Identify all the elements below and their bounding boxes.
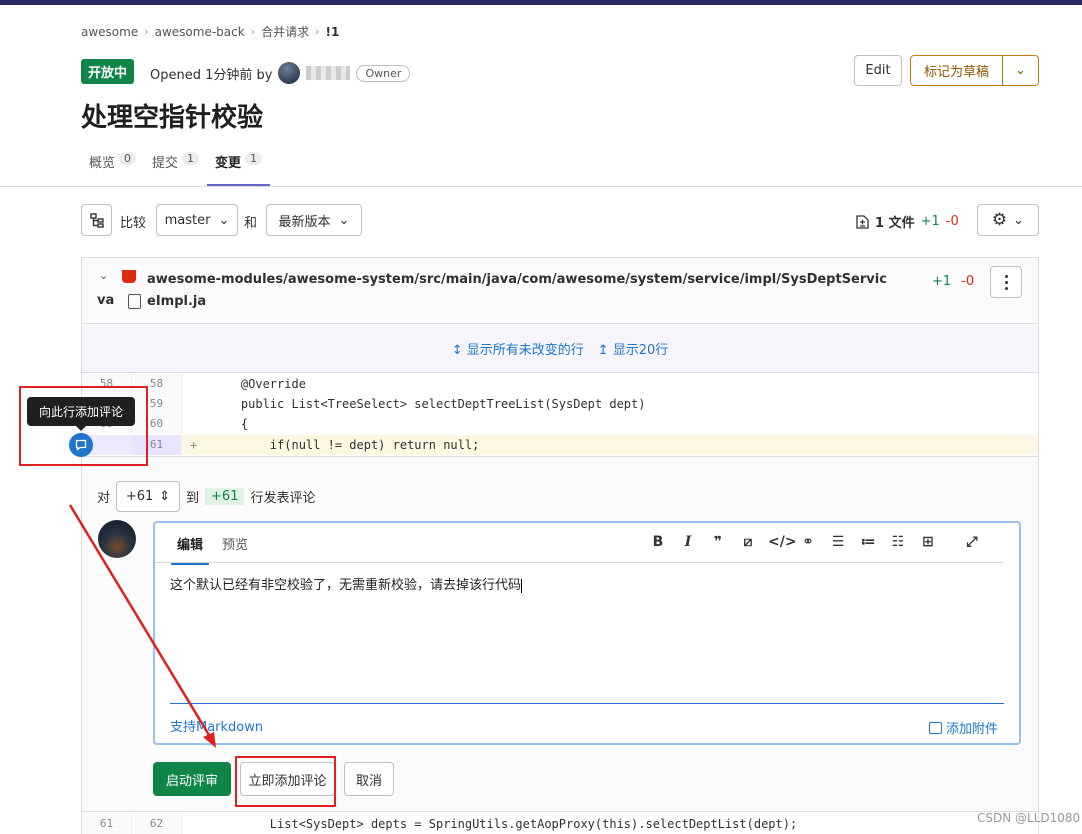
target-version-select[interactable]: 最新版本 ⌄ (266, 204, 362, 236)
breadcrumb-item[interactable]: awesome (81, 25, 138, 39)
expand-all-link[interactable]: ↕ 显示所有未改变的行 (452, 339, 584, 358)
expand-20-link[interactable]: ↥ 显示20行 (598, 339, 669, 358)
file-tree-icon (89, 213, 104, 228)
annotation-box (235, 756, 336, 807)
start-review-button[interactable]: 启动评审 (153, 762, 231, 796)
comment-editor (153, 521, 1021, 745)
tab-overview[interactable]: 概览 0 (81, 146, 144, 186)
status-badge: 开放中 (81, 59, 135, 84)
link-icon[interactable]: ⚭ (798, 534, 818, 550)
edit-button[interactable]: Edit (854, 55, 902, 86)
divider (0, 186, 1082, 187)
italic-icon[interactable]: I (678, 534, 698, 550)
tab-count: 1 (245, 152, 263, 165)
and-label: 和 (244, 216, 258, 231)
chevron-down-icon: ⌄ (1015, 63, 1026, 78)
files-added: +1 (920, 214, 940, 229)
breadcrumb-item[interactable]: awesome-back (155, 25, 245, 39)
code-suggestion-icon[interactable]: ⧄ (738, 534, 758, 550)
mr-tabs: 概览 0 提交 1 变更 1 (81, 146, 271, 186)
task-list-icon[interactable]: ☷ (888, 534, 908, 550)
draft-dropdown-button[interactable]: ⌄ (1003, 55, 1039, 86)
watermark: CSDN @LLD1080 (977, 811, 1081, 825)
owner-badge: Owner (356, 64, 411, 82)
table-icon[interactable]: ⊞ (918, 534, 938, 550)
files-summary: 1 文件 +1 -0 (856, 212, 959, 231)
collapse-chevron-icon[interactable]: ⌄ (99, 269, 108, 282)
file-stats: +1 -0 (932, 274, 975, 289)
chevron-down-icon: ⌄ (1013, 212, 1025, 228)
code-line: 61 62 List<SysDept> depts = SpringUtils.g… (82, 814, 1038, 834)
expand-lines-row: ↕ 显示所有未改变的行 ↥ 显示20行 (82, 325, 1038, 373)
divider (155, 562, 1003, 563)
image-icon (929, 721, 942, 734)
page-title: 处理空指针校验 (81, 103, 264, 133)
numbered-list-icon[interactable]: ≔ (858, 534, 878, 550)
code-icon[interactable]: </> (768, 534, 797, 550)
tab-edit[interactable]: 编辑 (171, 534, 210, 565)
file-tree-toggle-button[interactable] (81, 204, 112, 236)
chevron-down-icon: ⌄ (218, 212, 230, 228)
source-branch-select[interactable]: master ⌄ (156, 204, 238, 236)
file-options-button[interactable] (990, 266, 1022, 298)
copy-path-icon[interactable] (128, 294, 141, 309)
author-avatar[interactable] (278, 62, 301, 84)
code-line: 5959 public List<TreeSelect> selectDeptT… (82, 394, 1038, 414)
top-bar (0, 0, 1082, 5)
tab-commits[interactable]: 提交 1 (144, 146, 207, 186)
comment-range: 对 +61 ⇕ 到 +61 行发表评论 (97, 481, 315, 512)
gear-icon: ⚙ (991, 210, 1008, 230)
file-path-continued[interactable]: va (97, 293, 114, 308)
mark-draft-button[interactable]: 标记为草稿 (910, 55, 1003, 86)
quote-icon[interactable]: ❞ (708, 534, 728, 550)
tab-preview[interactable]: 预览 (222, 534, 248, 553)
breadcrumb-current[interactable]: !1 (326, 25, 340, 39)
tab-count: 0 (119, 152, 137, 165)
bullet-list-icon[interactable]: ☰ (828, 534, 848, 550)
divider (170, 703, 1004, 704)
chevron-right-icon: › (315, 25, 320, 38)
range-start-select[interactable]: +61 ⇕ (116, 481, 181, 512)
file-path[interactable]: awesome-modules/awesome-system/src/main/… (147, 269, 887, 313)
range-end: +61 (205, 488, 245, 505)
diff-settings-button[interactable]: ⚙ ⌄ (977, 204, 1039, 236)
bold-icon[interactable]: B (648, 534, 668, 550)
chevron-right-icon: › (144, 25, 149, 38)
files-removed: -0 (945, 214, 959, 229)
chevron-down-icon: ⌄ (338, 212, 350, 228)
code-line: 6060 { (82, 414, 1038, 434)
comment-textarea[interactable]: 这个默认已经有非空校验了，无需重新校验，请去掉该行代码 (170, 574, 523, 593)
file-diff-icon (856, 214, 869, 229)
editor-toolbar: B I ❞ ⧄ </> ⚭ ☰ ≔ ☷ ⊞ ⤢ (648, 534, 982, 550)
tab-count: 1 (182, 152, 200, 165)
cancel-button[interactable]: 取消 (344, 762, 394, 796)
opened-info: Opened 1分钟前 by Owner (150, 62, 411, 84)
opened-text: Opened 1分钟前 by (150, 67, 273, 83)
sort-icon: ⇕ (159, 489, 171, 504)
fullscreen-icon[interactable]: ⤢ (962, 534, 982, 550)
code-line-added: 61 + if(null != dept) return null; (82, 435, 1038, 455)
breadcrumb-item[interactable]: 合并请求 (261, 23, 309, 40)
code-line: 58 58 @Override (82, 374, 1038, 394)
tab-changes[interactable]: 变更 1 (207, 146, 271, 186)
annotation-box (19, 386, 148, 466)
chevron-right-icon: › (250, 25, 256, 38)
author-name-redacted (306, 66, 351, 80)
markdown-help-link[interactable]: 支持Markdown (170, 716, 263, 735)
compare-label: 比较 (120, 216, 147, 231)
java-file-icon (122, 270, 136, 283)
attach-file-button[interactable]: 添加附件 (929, 718, 998, 737)
breadcrumb: awesome › awesome-back › 合并请求 › !1 (81, 23, 339, 40)
user-avatar[interactable] (98, 520, 136, 558)
